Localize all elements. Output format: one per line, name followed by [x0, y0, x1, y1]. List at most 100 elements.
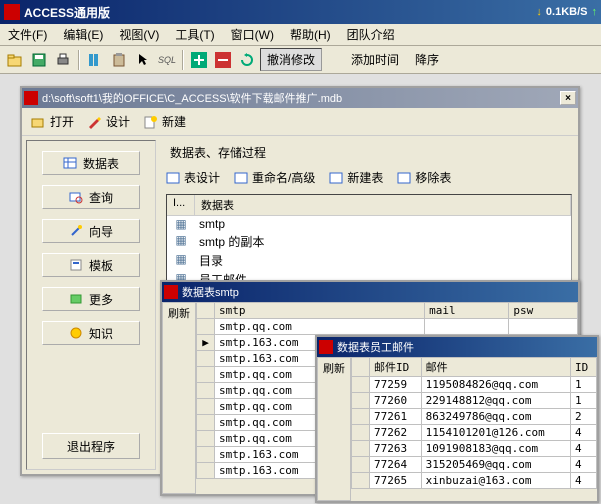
row-selector[interactable]: [197, 431, 215, 447]
table-row[interactable]: ▦smtp: [167, 216, 571, 232]
data-row[interactable]: 77265xinbuzai@163.com4: [352, 473, 597, 489]
cell[interactable]: 4: [571, 457, 597, 473]
menu-tools[interactable]: 工具(T): [167, 26, 222, 43]
cell[interactable]: smtp.qq.com: [215, 319, 425, 335]
cell[interactable]: 77260: [370, 393, 422, 409]
cell[interactable]: 2: [571, 409, 597, 425]
smtp-refresh-button[interactable]: 刷新: [162, 302, 196, 494]
col-header[interactable]: mail: [425, 303, 509, 319]
menu-file[interactable]: 文件(F): [0, 26, 55, 43]
db-new-button[interactable]: 新建: [142, 113, 186, 130]
cell[interactable]: 315205469@qq.com: [421, 457, 570, 473]
data-row[interactable]: 77260229148812@qq.com1: [352, 393, 597, 409]
menu-window[interactable]: 窗口(W): [223, 26, 282, 43]
delete-table-button[interactable]: 移除表: [397, 169, 451, 186]
cell[interactable]: [509, 319, 578, 335]
icon-col-header[interactable]: I...: [167, 195, 195, 215]
exit-button[interactable]: 退出程序: [42, 433, 140, 459]
cell[interactable]: 1195084826@qq.com: [421, 377, 570, 393]
save-icon[interactable]: [28, 49, 50, 71]
refresh-icon[interactable]: [236, 49, 258, 71]
row-selector[interactable]: [197, 367, 215, 383]
cell[interactable]: [425, 319, 509, 335]
sidebar-item-datatable[interactable]: 数据表: [42, 151, 140, 175]
close-icon[interactable]: ×: [560, 91, 576, 105]
table-row[interactable]: ▦目录: [167, 251, 571, 270]
col-header[interactable]: smtp: [215, 303, 425, 319]
sidebar-item-knowledge[interactable]: 知识: [42, 321, 140, 345]
row-selector[interactable]: [352, 393, 370, 409]
rename-button[interactable]: 重命名/高级: [234, 169, 315, 186]
data-row[interactable]: 772591195084826@qq.com1: [352, 377, 597, 393]
cell[interactable]: 4: [571, 425, 597, 441]
cell[interactable]: 1: [571, 393, 597, 409]
database-window-titlebar[interactable]: d:\soft\soft1\我的OFFICE\C_ACCESS\软件下载邮件推广…: [22, 88, 578, 108]
data-row[interactable]: 772621154101201@126.com4: [352, 425, 597, 441]
row-selector[interactable]: [352, 441, 370, 457]
db-open-button[interactable]: 打开: [30, 113, 74, 130]
col-header[interactable]: 邮件: [421, 358, 570, 377]
email-refresh-button[interactable]: 刷新: [317, 357, 351, 501]
row-selector[interactable]: [197, 399, 215, 415]
column-icon[interactable]: [84, 49, 106, 71]
cell[interactable]: 1154101201@126.com: [421, 425, 570, 441]
row-header[interactable]: [352, 358, 370, 377]
table-row[interactable]: ▦smtp 的副本: [167, 232, 571, 251]
data-row[interactable]: smtp.qq.com: [197, 319, 578, 335]
row-selector[interactable]: [197, 447, 215, 463]
cell[interactable]: 77259: [370, 377, 422, 393]
row-selector[interactable]: [197, 351, 215, 367]
row-selector[interactable]: [352, 425, 370, 441]
cell[interactable]: 229148812@qq.com: [421, 393, 570, 409]
row-selector[interactable]: [197, 383, 215, 399]
cell[interactable]: 4: [571, 473, 597, 489]
new-table-button[interactable]: 新建表: [329, 169, 383, 186]
pointer-icon[interactable]: [132, 49, 154, 71]
email-grid[interactable]: 邮件ID邮件ID772591195084826@qq.com1772602291…: [351, 357, 597, 501]
row-selector[interactable]: [352, 409, 370, 425]
sidebar-item-more[interactable]: 更多: [42, 287, 140, 311]
open-folder-icon[interactable]: [4, 49, 26, 71]
row-selector[interactable]: [352, 377, 370, 393]
row-selector[interactable]: [197, 415, 215, 431]
cell[interactable]: 77265: [370, 473, 422, 489]
name-col-header[interactable]: 数据表: [195, 195, 571, 215]
data-row[interactable]: 77264315205469@qq.com4: [352, 457, 597, 473]
row-selector[interactable]: [352, 457, 370, 473]
sidebar-item-template[interactable]: 模板: [42, 253, 140, 277]
add-time-button[interactable]: 添加时间: [344, 48, 406, 71]
cell[interactable]: 77263: [370, 441, 422, 457]
row-selector[interactable]: [352, 473, 370, 489]
db-design-button[interactable]: 设计: [86, 113, 130, 130]
menu-edit[interactable]: 编辑(E): [55, 26, 111, 43]
row-selector[interactable]: ▶: [197, 335, 215, 351]
cell[interactable]: xinbuzai@163.com: [421, 473, 570, 489]
paste-icon[interactable]: [108, 49, 130, 71]
smtp-titlebar[interactable]: 数据表smtp: [162, 282, 578, 302]
sidebar-item-query[interactable]: 查询: [42, 185, 140, 209]
sort-button[interactable]: 降序: [408, 48, 446, 71]
table-design-button[interactable]: 表设计: [166, 169, 220, 186]
cell[interactable]: 77261: [370, 409, 422, 425]
cell[interactable]: 77262: [370, 425, 422, 441]
col-header[interactable]: ID: [571, 358, 597, 377]
menu-view[interactable]: 视图(V): [111, 26, 167, 43]
sidebar-item-wizard[interactable]: 向导: [42, 219, 140, 243]
row-header[interactable]: [197, 303, 215, 319]
menu-team[interactable]: 团队介绍: [339, 26, 403, 43]
cell[interactable]: 1091908183@qq.com: [421, 441, 570, 457]
print-icon[interactable]: [52, 49, 74, 71]
data-row[interactable]: 772631091908183@qq.com4: [352, 441, 597, 457]
menu-help[interactable]: 帮助(H): [282, 26, 339, 43]
add-record-icon[interactable]: [188, 49, 210, 71]
undo-button[interactable]: 撤消修改: [260, 48, 322, 71]
cell[interactable]: 4: [571, 441, 597, 457]
row-selector[interactable]: [197, 319, 215, 335]
cell[interactable]: 77264: [370, 457, 422, 473]
cell[interactable]: 1: [571, 377, 597, 393]
col-header[interactable]: 邮件ID: [370, 358, 422, 377]
col-header[interactable]: psw: [509, 303, 578, 319]
delete-record-icon[interactable]: [212, 49, 234, 71]
cell[interactable]: 863249786@qq.com: [421, 409, 570, 425]
row-selector[interactable]: [197, 463, 215, 479]
